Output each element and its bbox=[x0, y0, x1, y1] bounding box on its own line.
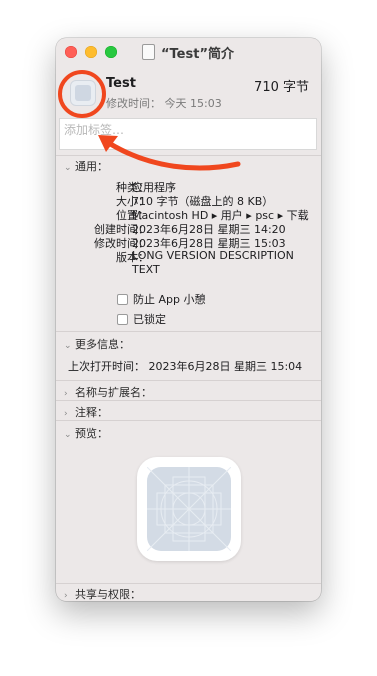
annotation-arrow bbox=[98, 135, 241, 171]
